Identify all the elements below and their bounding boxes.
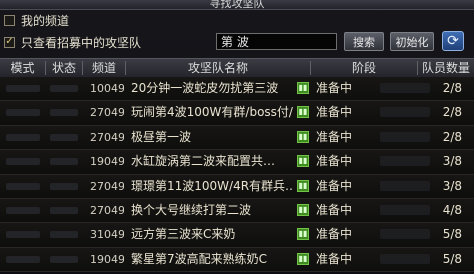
column-status[interactable]: 状态 [46, 59, 82, 77]
row-stage: 准备中 [316, 129, 353, 144]
raid-list: 10049 20分钟一波蛇皮勿扰第三波 ▮▮ 准备中 2/8 27049 玩闹第… [0, 77, 474, 273]
table-row[interactable]: 10049 20分钟一波蛇皮勿扰第三波 ▮▮ 准备中 2/8 [0, 77, 474, 102]
my-channel-option[interactable]: 我的频道 [4, 12, 69, 28]
row-stage: 准备中 [316, 81, 353, 95]
row-channel: 27049 [90, 106, 124, 120]
status-indicator-icon: ▮▮ [297, 179, 309, 192]
my-channel-checkbox[interactable] [4, 14, 15, 26]
table-row[interactable]: 31049 远方第三波来C来奶 ▮▮ 准备中 5/8 [0, 223, 474, 248]
table-row[interactable]: 19049 繁星第7波高配来熟练奶C ▮▮ 准备中 5/8 [0, 247, 474, 273]
recruiting-only-checkbox[interactable]: ✓ [4, 36, 15, 48]
column-mode[interactable]: 模式 [0, 59, 45, 77]
row-members: 3/8 [442, 154, 462, 169]
row-channel: 27049 [90, 130, 124, 144]
row-raid-name: 水缸旋涡第二波来配置共… [131, 154, 276, 169]
table-header: 模式 状态 频道 攻坚队名称 阶段 队员数量 [0, 58, 474, 78]
row-channel: 27049 [90, 179, 124, 193]
row-members: 2/8 [442, 129, 462, 144]
search-button[interactable]: 搜索 [344, 32, 384, 51]
row-stage: 准备中 [316, 154, 353, 169]
window-title: 寻找攻坚队 [209, 0, 265, 10]
status-indicator-icon: ▮▮ [297, 155, 309, 168]
row-channel: 31049 [90, 228, 124, 242]
recruiting-only-option[interactable]: ✓ 只查看招募中的攻坚队 [4, 34, 141, 50]
row-raid-name: 20分钟一波蛇皮勿扰第三波 [131, 81, 279, 95]
reset-button[interactable]: 初始化 [390, 32, 434, 51]
row-channel: 19049 [90, 252, 124, 266]
recruiting-only-label: 只查看招募中的攻坚队 [21, 35, 142, 50]
title-bar: 寻找攻坚队 [0, 0, 474, 10]
row-stage: 准备中 [316, 105, 353, 120]
row-stage: 准备中 [316, 202, 353, 217]
row-channel: 10049 [90, 82, 124, 95]
row-raid-name: 换个大号继续打第二波 [131, 202, 252, 217]
status-indicator-icon: ▮▮ [297, 228, 309, 241]
row-raid-name: 璟璟第11波100W/4R有群兵… [131, 178, 294, 193]
status-indicator-icon: ▮▮ [297, 252, 309, 265]
my-channel-label: 我的频道 [21, 13, 70, 28]
row-members: 2/8 [442, 105, 462, 120]
row-members: 3/8 [442, 178, 462, 193]
raid-search-window: 寻找攻坚队 我的频道 ✓ 只查看招募中的攻坚队 搜索 初始化 ⟳ 模式 状态 频… [0, 0, 474, 274]
row-raid-name: 繁星第7波高配来熟练奶C [131, 251, 268, 266]
column-channel[interactable]: 频道 [83, 59, 125, 77]
row-members: 2/8 [442, 81, 462, 95]
status-indicator-icon: ▮▮ [297, 130, 309, 143]
row-channel: 19049 [90, 155, 124, 169]
row-members: 5/8 [442, 251, 462, 266]
table-row[interactable]: 27049 换个大号继续打第二波 ▮▮ 准备中 4/8 [0, 198, 474, 224]
row-channel: 27049 [90, 203, 124, 217]
row-stage: 准备中 [316, 251, 353, 266]
row-members: 5/8 [442, 227, 462, 242]
column-members[interactable]: 队员数量 [418, 59, 474, 77]
search-input[interactable] [216, 33, 337, 50]
column-raid-name[interactable]: 攻坚队名称 [126, 59, 310, 77]
status-indicator-icon: ▮▮ [297, 82, 309, 94]
row-stage: 准备中 [316, 227, 353, 242]
row-stage: 准备中 [316, 178, 353, 193]
refresh-icon[interactable]: ⟳ [442, 31, 464, 51]
row-raid-name: 远方第三波来C来奶 [131, 227, 236, 242]
table-row[interactable]: 27049 极昼第一波 ▮▮ 准备中 2/8 [0, 125, 474, 151]
table-row[interactable]: 27049 璟璟第11波100W/4R有群兵… ▮▮ 准备中 3/8 [0, 174, 474, 199]
row-members: 4/8 [442, 202, 462, 217]
status-indicator-icon: ▮▮ [297, 203, 309, 216]
row-raid-name: 极昼第一波 [131, 129, 192, 144]
table-row[interactable]: 27049 玩闹第4波100W有群/boss付/ ▮▮ 准备中 2/8 [0, 101, 474, 126]
row-raid-name: 玩闹第4波100W有群/boss付/ [131, 105, 293, 120]
status-indicator-icon: ▮▮ [297, 106, 309, 119]
table-row[interactable]: 19049 水缸旋涡第二波来配置共… ▮▮ 准备中 3/8 [0, 150, 474, 175]
column-stage[interactable]: 阶段 [311, 59, 417, 77]
